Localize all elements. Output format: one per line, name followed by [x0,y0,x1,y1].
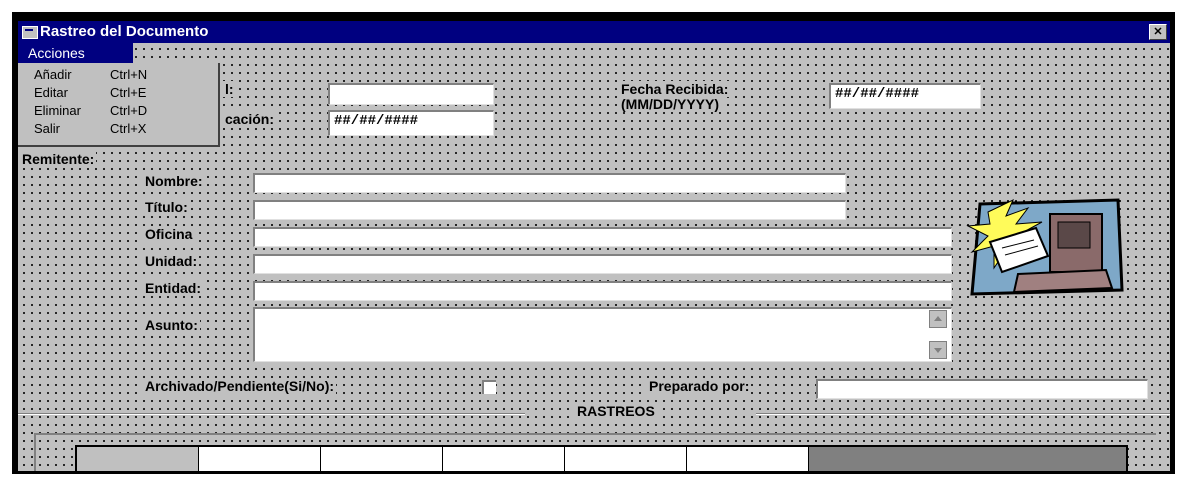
archivado-checkbox[interactable] [482,380,496,394]
acciones-dropdown: Añadir Ctrl+N Editar Ctrl+E Eliminar Ctr… [18,63,220,147]
menu-item-label: Eliminar [34,103,81,118]
menu-item-shortcut: Ctrl+X [110,121,147,136]
preparado-label: Preparado por: [647,378,752,394]
entidad-input[interactable] [253,281,952,301]
fecha-recibida-input[interactable]: ##/##/#### [829,83,981,109]
grid-cell[interactable] [565,447,687,471]
menu-item-eliminar[interactable]: Eliminar Ctrl+D [18,102,218,120]
nombre-input[interactable] [253,173,846,193]
scroll-up-button[interactable] [929,310,947,328]
menu-item-shortcut: Ctrl+E [110,85,147,100]
grid-cell[interactable] [321,447,443,471]
title-bar[interactable]: Rastreo del Documento ✕ [18,21,1170,43]
grid-header-cell [77,447,199,471]
clipart-keyboard [1012,268,1114,294]
fecha-recibida-label: Fecha Recibida: [619,81,731,97]
grid-cell[interactable] [199,447,321,471]
oficina-label: Oficina [143,226,195,242]
grid-cell[interactable] [687,447,809,471]
titulo-label: Título: [143,199,190,215]
asunto-textarea[interactable] [253,307,952,362]
entidad-label: Entidad: [143,280,203,296]
menu-item-salir[interactable]: Salir Ctrl+X [18,120,218,138]
oficina-input[interactable] [253,227,952,247]
unidad-label: Unidad: [143,253,200,269]
preparado-input[interactable] [816,379,1148,399]
rastreos-separator-left [18,413,525,415]
menu-item-editar[interactable]: Editar Ctrl+E [18,84,218,102]
window-title: Rastreo del Documento [40,23,209,40]
titulo-input[interactable] [253,200,846,220]
menu-item-shortcut: Ctrl+D [110,103,148,118]
rastreos-grid[interactable] [75,445,1128,471]
menu-item-label: Editar [34,85,68,100]
nombre-label: Nombre: [143,173,205,189]
menu-item-label: Salir [34,121,61,136]
field-1-input[interactable] [328,83,494,105]
clipart-screen [1057,221,1091,249]
archivado-label: Archivado/Pendiente(Si/No): [143,378,337,394]
remitente-label: Remitente: [20,151,97,167]
partial-label-1: l: [223,81,236,97]
window-icon[interactable] [22,26,38,39]
field-2-input[interactable]: ##/##/#### [328,110,494,136]
rastreos-label: RASTREOS [571,403,661,419]
fecha-recibida-format-label: (MM/DD/YYYY) [619,96,721,112]
unidad-input[interactable] [253,254,952,274]
menu-item-label: Añadir [34,67,72,82]
asunto-label: Asunto: [143,317,200,333]
grid-cell[interactable] [443,447,565,471]
partial-label-2: cación: [223,111,277,127]
scroll-down-button[interactable] [929,341,947,359]
menu-item-anadir[interactable]: Añadir Ctrl+N [18,66,218,84]
menu-item-shortcut: Ctrl+N [110,67,148,82]
rastreos-separator-right [756,413,1170,415]
menu-acciones-label: Acciones [28,45,85,61]
close-button[interactable]: ✕ [1149,24,1167,40]
form-area: l: cación: ##/##/#### Fecha Recibida: (M… [18,43,1170,471]
computer-clipart [966,198,1124,296]
menu-acciones[interactable]: Acciones [18,43,133,63]
